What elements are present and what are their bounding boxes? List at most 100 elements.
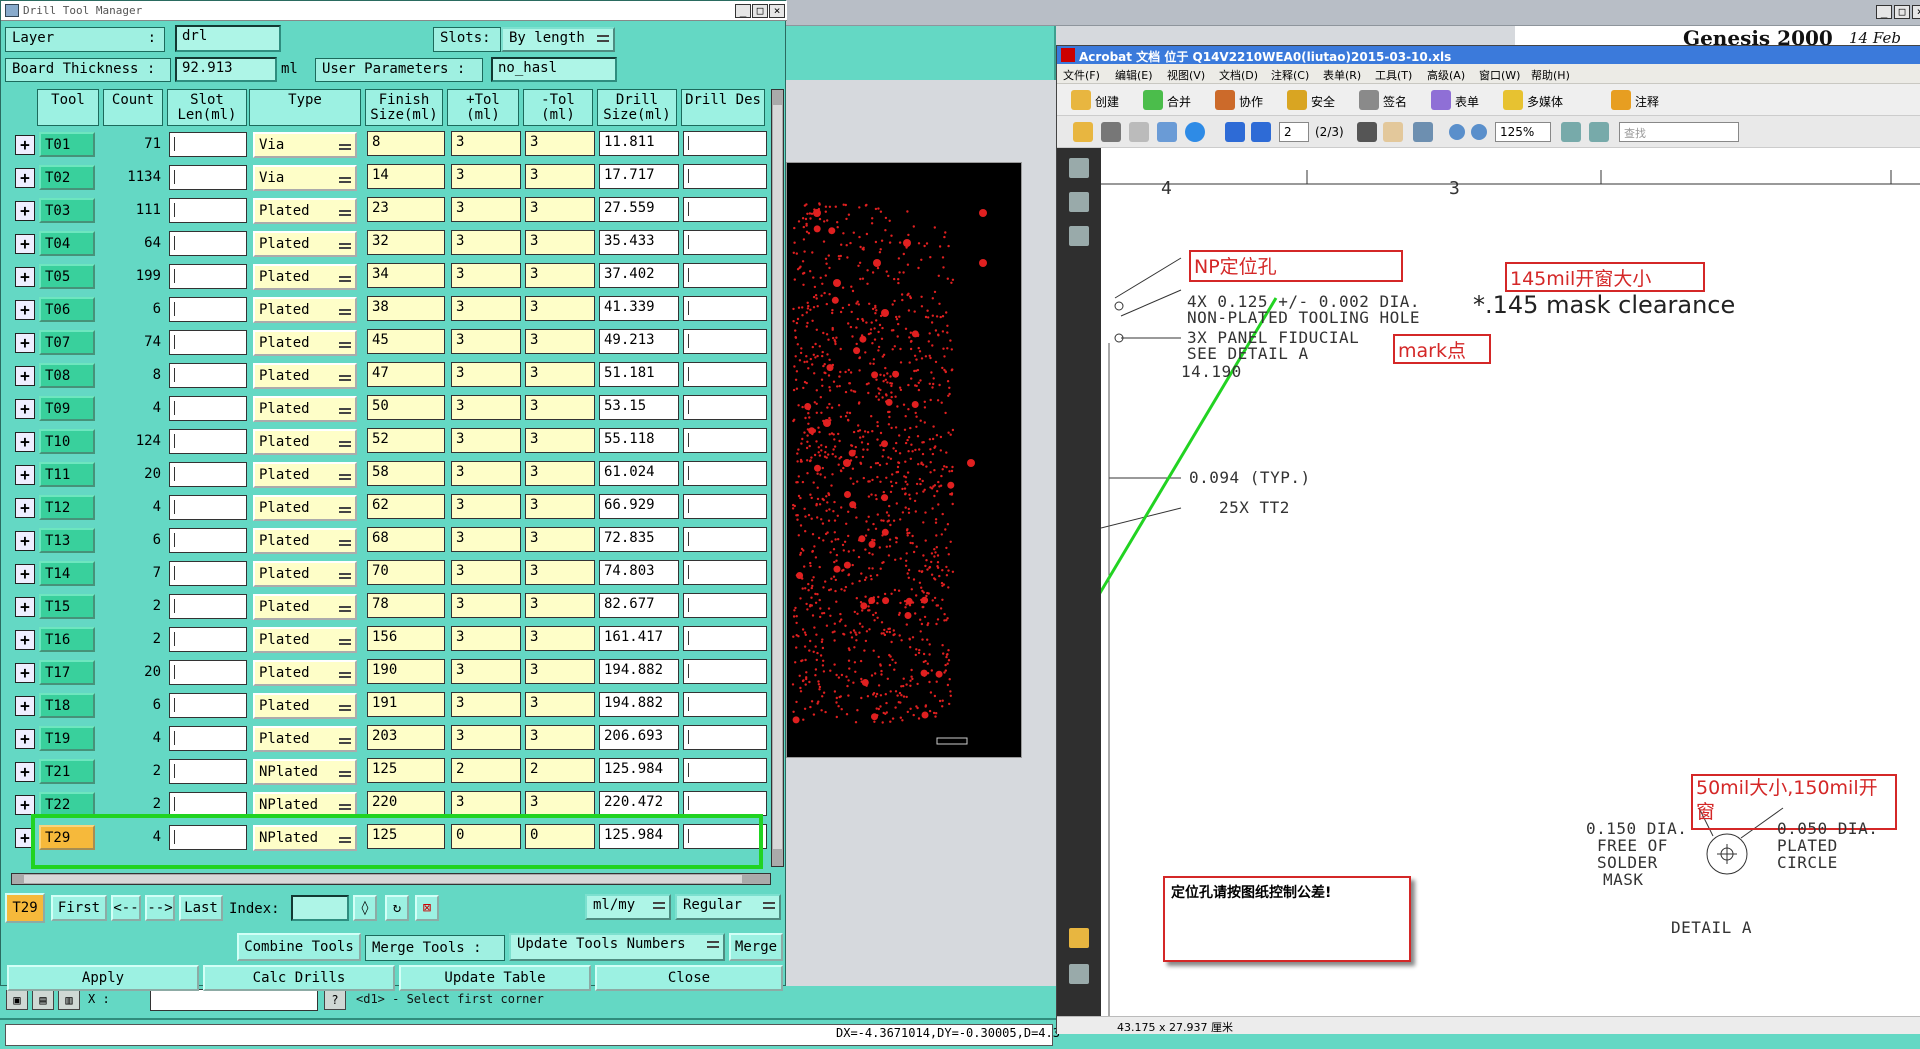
minus-tol-input[interactable]: 3 xyxy=(525,527,595,552)
drill-size-cell[interactable]: 53.15 xyxy=(599,395,679,420)
minus-tol-input[interactable]: 3 xyxy=(525,593,595,618)
minus-tol-input[interactable]: 3 xyxy=(525,263,595,288)
table-hscroll[interactable] xyxy=(11,873,771,885)
drill-size-cell[interactable]: 161.417 xyxy=(599,626,679,651)
drill-des-input[interactable] xyxy=(683,791,767,816)
menu-item[interactable]: 窗口(W) xyxy=(1479,67,1520,83)
table-row[interactable]: + T06 6 Plated 38 3 3 41.339 xyxy=(11,296,771,323)
sign-icon[interactable] xyxy=(1359,90,1379,110)
drill-des-input[interactable] xyxy=(683,263,767,288)
table-row[interactable]: + T12 4 Plated 62 3 3 66.929 xyxy=(11,494,771,521)
print-icon[interactable] xyxy=(1101,122,1121,142)
expand-icon[interactable]: + xyxy=(15,729,35,749)
minus-tol-input[interactable]: 3 xyxy=(525,659,595,684)
type-dropdown[interactable]: Plated xyxy=(253,429,357,455)
drill-des-input[interactable] xyxy=(683,560,767,585)
drill-size-cell[interactable]: 125.984 xyxy=(599,758,679,783)
menu-item[interactable]: 文档(D) xyxy=(1219,67,1258,83)
zoom-select[interactable]: 125% xyxy=(1495,122,1551,142)
tool-cell[interactable]: T08 xyxy=(39,363,95,388)
slot-len-input[interactable] xyxy=(169,594,247,619)
drill-des-input[interactable] xyxy=(683,296,767,321)
minus-tol-input[interactable]: 3 xyxy=(525,626,595,651)
comments-icon[interactable] xyxy=(1069,928,1089,948)
finish-size-input[interactable]: 125 xyxy=(367,758,445,783)
merge-button[interactable]: Merge xyxy=(729,933,783,961)
plus-tol-input[interactable]: 3 xyxy=(451,494,521,519)
tool-cell[interactable]: T19 xyxy=(39,726,95,751)
menu-item[interactable]: 高级(A) xyxy=(1427,67,1465,83)
minus-tol-input[interactable]: 3 xyxy=(525,791,595,816)
expand-icon[interactable]: + xyxy=(15,432,35,452)
toolbar-button-label[interactable]: 合并 xyxy=(1167,93,1191,110)
finish-size-input[interactable]: 68 xyxy=(367,527,445,552)
comment-icon[interactable] xyxy=(1611,90,1631,110)
open-folder-icon[interactable] xyxy=(1073,122,1093,142)
drill-size-cell[interactable]: 194.882 xyxy=(599,659,679,684)
tool-cell[interactable]: T14 xyxy=(39,561,95,586)
plus-tol-input[interactable]: 3 xyxy=(451,362,521,387)
finish-size-input[interactable]: 32 xyxy=(367,230,445,255)
drill-des-input[interactable] xyxy=(683,230,767,255)
refresh-icon[interactable]: ↻ xyxy=(385,895,409,921)
finish-size-input[interactable]: 50 xyxy=(367,395,445,420)
email-icon[interactable] xyxy=(1157,122,1177,142)
page-number-input[interactable]: 2 xyxy=(1279,122,1309,142)
expand-icon[interactable]: + xyxy=(15,465,35,485)
last-button[interactable]: Last xyxy=(179,895,223,921)
type-dropdown[interactable]: Plated xyxy=(253,495,357,521)
table-row[interactable]: + T09 4 Plated 50 3 3 53.15 xyxy=(11,395,771,422)
slot-len-input[interactable] xyxy=(169,693,247,718)
board-thickness-input[interactable]: 92.913 xyxy=(175,57,277,82)
drill-size-cell[interactable]: 82.677 xyxy=(599,593,679,618)
security-icon[interactable] xyxy=(1287,90,1307,110)
create-icon[interactable] xyxy=(1071,90,1091,110)
drill-des-input[interactable] xyxy=(683,593,767,618)
delete-icon[interactable]: ⊠ xyxy=(415,895,439,921)
minus-tol-input[interactable]: 3 xyxy=(525,560,595,585)
layer-input[interactable]: drl xyxy=(175,25,281,52)
menu-item[interactable]: 编辑(E) xyxy=(1115,67,1153,83)
expand-icon[interactable]: + xyxy=(15,366,35,386)
toolbar-button-label[interactable]: 安全 xyxy=(1311,93,1335,110)
update-table-button[interactable]: Update Table xyxy=(399,965,591,991)
finish-size-input[interactable]: 34 xyxy=(367,263,445,288)
slot-len-input[interactable] xyxy=(169,132,247,157)
drill-des-input[interactable] xyxy=(683,527,767,552)
pdf-page[interactable]: 4 3 NP定位孔 145mil开窗大小 *.145 mask clearanc… xyxy=(1101,148,1920,1016)
finish-size-input[interactable]: 14 xyxy=(367,164,445,189)
drill-size-cell[interactable]: 37.402 xyxy=(599,263,679,288)
apply-button[interactable]: Apply xyxy=(7,965,199,991)
type-dropdown[interactable]: Plated xyxy=(253,561,357,587)
expand-icon[interactable]: + xyxy=(15,564,35,584)
form-icon[interactable] xyxy=(1431,90,1451,110)
tool-cell[interactable]: T10 xyxy=(39,429,95,454)
type-dropdown[interactable]: Plated xyxy=(253,297,357,323)
slot-len-input[interactable] xyxy=(169,528,247,553)
multimedia-icon[interactable] xyxy=(1503,90,1523,110)
slot-len-input[interactable] xyxy=(169,198,247,223)
minimize-icon[interactable]: _ xyxy=(1876,5,1892,19)
drill-des-input[interactable] xyxy=(683,461,767,486)
drill-des-input[interactable] xyxy=(683,758,767,783)
minus-tol-input[interactable]: 3 xyxy=(525,395,595,420)
table-vscroll[interactable] xyxy=(771,89,784,867)
type-dropdown[interactable]: Plated xyxy=(253,363,357,389)
minus-tol-input[interactable]: 2 xyxy=(525,758,595,783)
plus-tol-input[interactable]: 3 xyxy=(451,791,521,816)
update-tools-numbers-dropdown[interactable]: Update Tools Numbers xyxy=(509,933,725,961)
expand-icon[interactable]: + xyxy=(15,531,35,551)
table-row[interactable]: + T02 1134 Via 14 3 3 17.717 xyxy=(11,164,771,191)
finish-size-input[interactable]: 38 xyxy=(367,296,445,321)
close-icon[interactable]: × xyxy=(769,4,785,18)
type-dropdown[interactable]: Plated xyxy=(253,594,357,620)
plus-tol-input[interactable]: 3 xyxy=(451,197,521,222)
tool-cell[interactable]: T05 xyxy=(39,264,95,289)
slot-len-input[interactable] xyxy=(169,759,247,784)
fit-page-icon[interactable] xyxy=(1561,122,1581,142)
table-row[interactable]: + T19 4 Plated 203 3 3 206.693 xyxy=(11,725,771,752)
save-icon[interactable] xyxy=(1129,122,1149,142)
signatures-icon[interactable] xyxy=(1069,226,1089,246)
zoom-tool-icon[interactable] xyxy=(1413,122,1433,142)
plus-tol-input[interactable]: 2 xyxy=(451,758,521,783)
